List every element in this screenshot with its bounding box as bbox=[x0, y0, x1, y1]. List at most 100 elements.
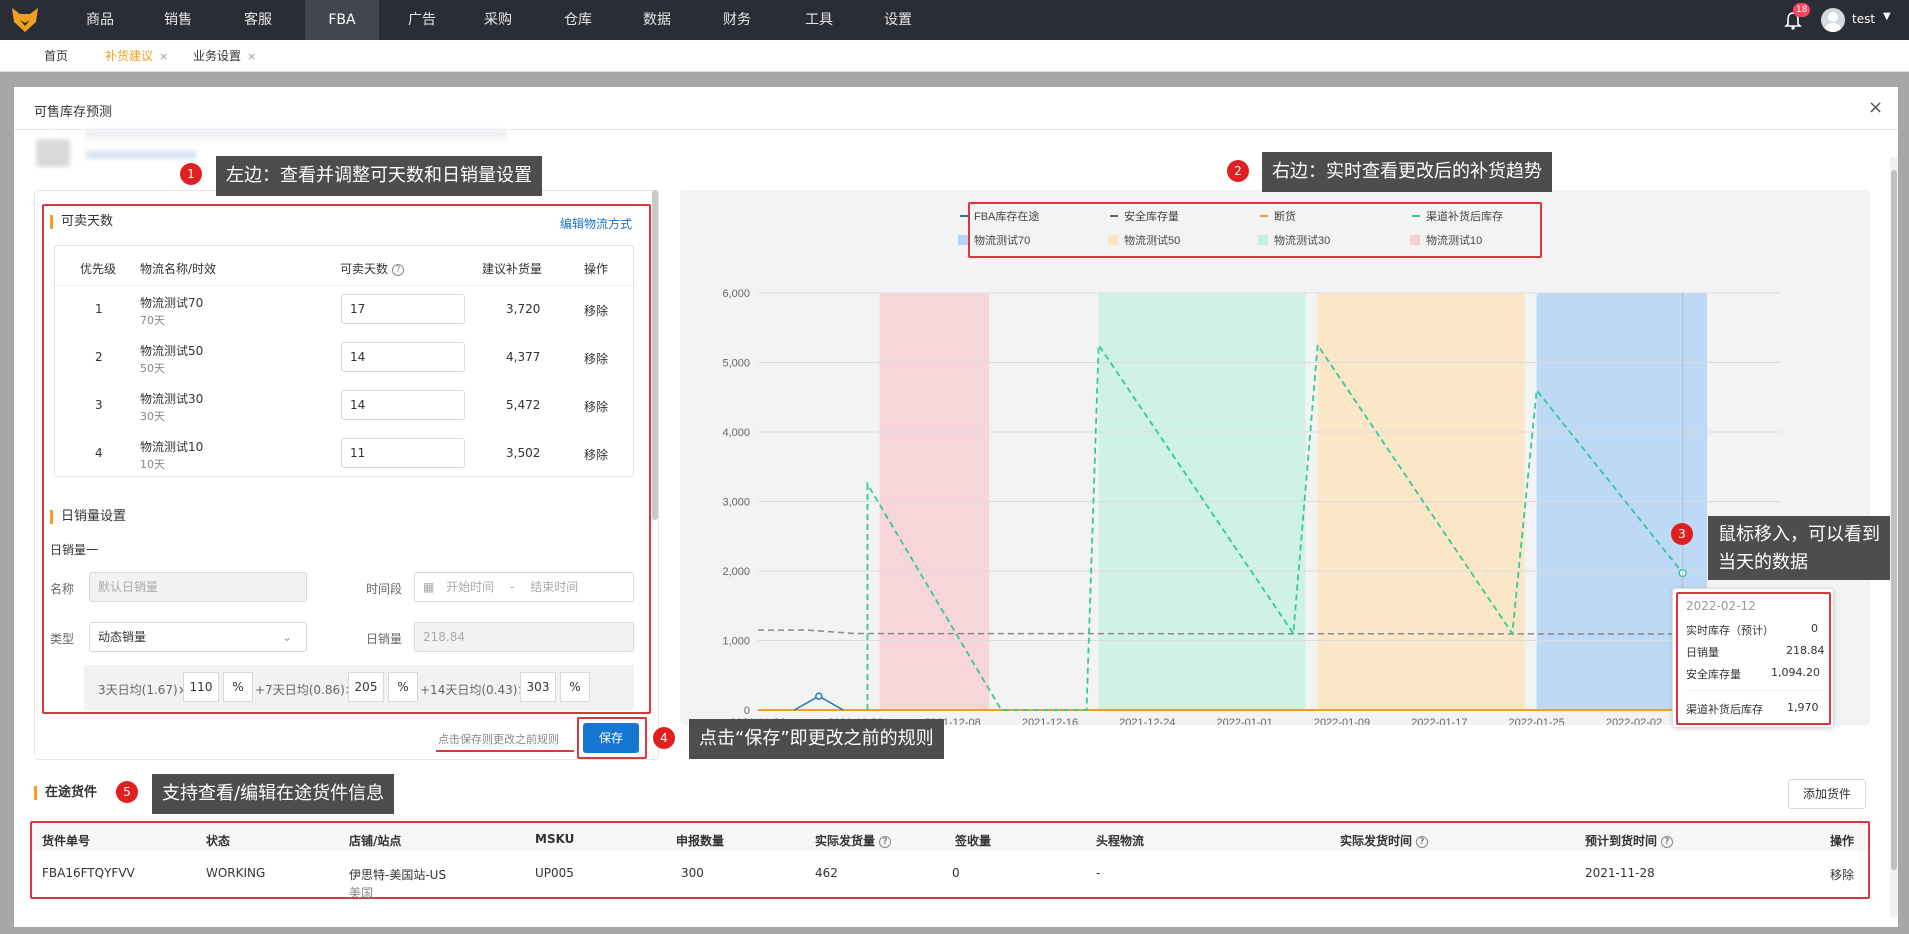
tooltip-value: 1,970 bbox=[1787, 701, 1819, 714]
tooltip-label: 实时库存（预计） bbox=[1686, 624, 1774, 637]
save-note: 点击保存则更改之前规则 bbox=[438, 733, 559, 746]
nav-item-settings[interactable]: 设置 bbox=[876, 0, 920, 40]
shipment-status: WORKING bbox=[206, 866, 266, 880]
col-label: 预计到货时间 bbox=[1585, 834, 1658, 848]
col-action: 操作 bbox=[1830, 834, 1855, 848]
col-logistics: 头程物流 bbox=[1096, 834, 1145, 848]
data-point bbox=[815, 692, 823, 700]
step-1-badge: 1 bbox=[180, 163, 202, 185]
blurred-product-info bbox=[86, 129, 506, 139]
y-tick-label: 2,000 bbox=[722, 566, 750, 578]
note-underline bbox=[436, 750, 574, 752]
shipment-id: FBA16FTQYFVV bbox=[42, 866, 135, 880]
tab-label: 补货建议 bbox=[105, 49, 154, 63]
nav-item-ads[interactable]: 广告 bbox=[400, 0, 444, 40]
legend-swatch bbox=[958, 235, 968, 245]
x-tick-label: 2022-01-01 bbox=[1217, 717, 1273, 725]
callout-3-line2: 当天的数据 bbox=[1718, 552, 1808, 573]
shipment-msku: UP005 bbox=[535, 866, 574, 880]
close-icon[interactable]: × bbox=[159, 50, 168, 63]
tooltip-value: 1,094.20 bbox=[1771, 666, 1820, 679]
avatar[interactable] bbox=[1821, 8, 1845, 32]
tab-replenishment[interactable]: 补货建议 × bbox=[105, 40, 168, 72]
shipment-shipped: 462 bbox=[815, 866, 838, 880]
callout-5: 支持查看/编辑在途货件信息 bbox=[152, 774, 395, 814]
close-icon[interactable]: × bbox=[247, 50, 256, 63]
col-ship-time: 实际发货时间? bbox=[1340, 832, 1429, 849]
x-tick-label: 2021-12-24 bbox=[1119, 717, 1175, 725]
shipment-store: 伊思特-美国站-US bbox=[349, 868, 447, 882]
y-tick-label: 5,000 bbox=[722, 358, 750, 370]
x-tick-label: 2022-01-09 bbox=[1314, 717, 1370, 725]
shipment-received: 0 bbox=[952, 866, 960, 880]
caret-down-icon[interactable]: ▼ bbox=[1883, 11, 1891, 22]
help-icon[interactable]: ? bbox=[1416, 835, 1429, 848]
callout-1: 左边：查看并调整可天数和日销量设置 bbox=[216, 156, 542, 196]
page-tabs: 首页 补货建议 × 业务设置 × bbox=[0, 40, 1909, 72]
callout-3: 鼠标移入，可以看到 当天的数据 bbox=[1708, 516, 1890, 580]
notification-badge: 18 bbox=[1793, 3, 1811, 17]
tab-home[interactable]: 首页 bbox=[44, 40, 68, 72]
tooltip-label: 安全库存量 bbox=[1686, 668, 1741, 681]
product-thumbnail bbox=[36, 139, 70, 167]
nav-item-purchase[interactable]: 采购 bbox=[476, 0, 520, 40]
shipments-title: 在途货件 bbox=[34, 786, 97, 800]
col-status: 状态 bbox=[206, 834, 231, 848]
col-msku: MSKU bbox=[535, 832, 575, 846]
tooltip-value: 0 bbox=[1811, 622, 1818, 635]
tab-business-settings[interactable]: 业务设置 × bbox=[193, 40, 256, 72]
step-3-badge: 3 bbox=[1671, 523, 1693, 545]
nav-item-data[interactable]: 数据 bbox=[635, 0, 679, 40]
tooltip-label: 渠道补货后库存 bbox=[1686, 703, 1763, 716]
tooltip-value: 218.84 bbox=[1786, 644, 1825, 657]
x-tick-label: 2021-12-16 bbox=[1022, 717, 1078, 725]
blurred-product-sku bbox=[86, 151, 196, 159]
y-tick-label: 0 bbox=[744, 705, 750, 717]
nav-item-warehouse[interactable]: 仓库 bbox=[556, 0, 600, 40]
callout-3-line1: 鼠标移入，可以看到 bbox=[1718, 524, 1880, 545]
nav-item-finance[interactable]: 财务 bbox=[715, 0, 759, 40]
panel-scrollbar[interactable] bbox=[652, 190, 658, 520]
col-declared: 申报数量 bbox=[676, 834, 725, 848]
modal-title: 可售库存预测 bbox=[34, 105, 113, 120]
save-button[interactable]: 保存 bbox=[583, 723, 639, 753]
modal-scrollbar[interactable] bbox=[1891, 170, 1897, 870]
legend-highlight-box bbox=[968, 202, 1542, 258]
top-navigation: 商品 销售 客服 FBA 广告 采购 仓库 数据 财务 工具 设置 18 tes… bbox=[0, 0, 1909, 40]
step-5-badge: 5 bbox=[116, 781, 138, 803]
y-tick-label: 4,000 bbox=[722, 427, 750, 439]
callout-2: 右边：实时查看更改后的补货趋势 bbox=[1262, 152, 1552, 192]
shipment-logistics: - bbox=[1096, 866, 1101, 880]
nav-item-sales[interactable]: 销售 bbox=[156, 0, 200, 40]
tooltip-date: 2022-02-12 bbox=[1686, 599, 1756, 613]
nav-item-fba[interactable]: FBA bbox=[305, 0, 379, 40]
y-tick-label: 6,000 bbox=[722, 288, 750, 300]
tab-label: 业务设置 bbox=[193, 49, 242, 63]
nav-item-tools[interactable]: 工具 bbox=[797, 0, 841, 40]
help-icon[interactable]: ? bbox=[879, 835, 892, 848]
shipment-eta: 2021-11-28 bbox=[1585, 866, 1655, 880]
left-highlight-box bbox=[42, 204, 651, 714]
remove-shipment-link[interactable]: 移除 bbox=[1830, 866, 1854, 883]
col-label: 实际发货时间 bbox=[1340, 834, 1413, 848]
col-received: 签收量 bbox=[955, 834, 992, 848]
y-tick-label: 3,000 bbox=[722, 497, 750, 509]
add-shipment-button[interactable]: 添加货件 bbox=[1788, 779, 1866, 809]
user-name[interactable]: test bbox=[1852, 12, 1875, 26]
y-tick-label: 1,000 bbox=[722, 636, 750, 648]
col-shipment-id: 货件单号 bbox=[42, 834, 91, 848]
col-shipped: 实际发货量? bbox=[815, 832, 892, 849]
shipment-declared: 300 bbox=[681, 866, 704, 880]
close-icon[interactable]: × bbox=[1868, 97, 1883, 118]
col-eta: 预计到货时间? bbox=[1585, 832, 1674, 849]
callout-4: 点击“保存”即更改之前的规则 bbox=[689, 719, 944, 759]
nav-item-goods[interactable]: 商品 bbox=[78, 0, 122, 40]
divider bbox=[1686, 690, 1824, 691]
col-label: 实际发货量 bbox=[815, 834, 876, 848]
nav-item-service[interactable]: 客服 bbox=[236, 0, 280, 40]
x-tick-label: 2022-01-17 bbox=[1411, 717, 1467, 725]
step-4-badge: 4 bbox=[653, 727, 675, 749]
fox-logo-icon[interactable] bbox=[12, 8, 38, 32]
col-store: 店铺/站点 bbox=[349, 834, 402, 848]
help-icon[interactable]: ? bbox=[1661, 835, 1674, 848]
